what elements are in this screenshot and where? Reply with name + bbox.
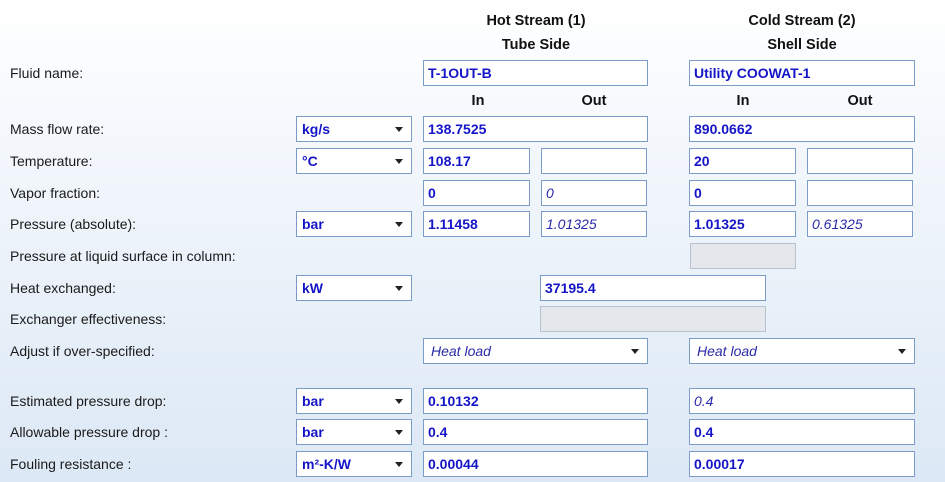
hot-fouling-field[interactable]: 0.00044	[423, 451, 648, 477]
temperature-unit-value: °C	[302, 153, 318, 169]
chevron-down-icon	[395, 159, 403, 164]
cold-pressure-out-field[interactable]: 0.61325	[807, 211, 913, 237]
heat-unit-select[interactable]: kW	[296, 275, 412, 301]
hot-vapor-out-field[interactable]: 0	[541, 180, 647, 206]
heat-exchanged-label: Heat exchanged:	[10, 280, 116, 296]
chevron-down-icon	[395, 462, 403, 467]
cold-temp-out-field[interactable]	[807, 148, 913, 174]
cold-fouling-field[interactable]: 0.00017	[689, 451, 915, 477]
allow-pressure-drop-label: Allowable pressure drop :	[10, 424, 168, 440]
heat-unit-value: kW	[302, 280, 323, 296]
cold-stream-subtitle: Shell Side	[767, 37, 837, 53]
chevron-down-icon	[395, 127, 403, 132]
fluid-name-label: Fluid name:	[10, 65, 84, 81]
effectiveness-field	[540, 306, 766, 332]
cold-pressure-in-field[interactable]: 1.01325	[689, 211, 796, 237]
pressure-label: Pressure (absolute):	[10, 216, 137, 232]
cold-allow-dp-field[interactable]: 0.4	[689, 419, 915, 445]
hot-in-header: In	[471, 93, 485, 109]
chevron-down-icon	[898, 349, 906, 354]
allow-dp-unit-value: bar	[302, 424, 324, 440]
mass-flow-label: Mass flow rate:	[10, 121, 105, 137]
cold-adjust-select[interactable]: Heat load	[689, 338, 915, 364]
cold-vapor-in-field[interactable]: 0	[689, 180, 796, 206]
hot-adjust-select[interactable]: Heat load	[423, 338, 648, 364]
fouling-unit-select[interactable]: m²-K/W	[296, 451, 412, 477]
pressure-unit-value: bar	[302, 216, 324, 232]
vapor-fraction-label: Vapor fraction:	[10, 185, 101, 201]
hot-est-dp-field[interactable]: 0.10132	[423, 388, 648, 414]
est-dp-unit-select[interactable]: bar	[296, 388, 412, 414]
cold-adjust-value: Heat load	[697, 343, 757, 359]
hot-out-header: Out	[581, 93, 607, 109]
hot-allow-dp-field[interactable]: 0.4	[423, 419, 648, 445]
liquid-surface-label: Pressure at liquid surface in column:	[10, 248, 236, 264]
mass-flow-unit-select[interactable]: kg/s	[296, 116, 412, 142]
chevron-down-icon	[395, 222, 403, 227]
fouling-unit-value: m²-K/W	[302, 456, 351, 472]
chevron-down-icon	[395, 399, 403, 404]
hot-adjust-value: Heat load	[431, 343, 491, 359]
cold-out-header: Out	[847, 93, 873, 109]
temperature-unit-select[interactable]: °C	[296, 148, 412, 174]
effectiveness-label: Exchanger effectiveness:	[10, 311, 167, 327]
cold-mass-flow-field[interactable]: 890.0662	[689, 116, 915, 142]
temperature-label: Temperature:	[10, 153, 93, 169]
cold-liquid-surface-field	[690, 243, 796, 269]
fouling-resistance-label: Fouling resistance :	[10, 456, 132, 472]
cold-vapor-out-field[interactable]	[807, 180, 913, 206]
chevron-down-icon	[631, 349, 639, 354]
chevron-down-icon	[395, 430, 403, 435]
hot-stream-title: Hot Stream (1)	[486, 13, 586, 29]
hot-vapor-in-field[interactable]: 0	[423, 180, 530, 206]
cold-temp-in-field[interactable]: 20	[689, 148, 796, 174]
allow-dp-unit-select[interactable]: bar	[296, 419, 412, 445]
hot-temp-out-field[interactable]	[541, 148, 647, 174]
chevron-down-icon	[395, 286, 403, 291]
hot-mass-flow-field[interactable]: 138.7525	[423, 116, 648, 142]
cold-est-dp-field[interactable]: 0.4	[689, 388, 915, 414]
heat-exchanged-field[interactable]: 37195.4	[540, 275, 766, 301]
hot-stream-subtitle: Tube Side	[501, 37, 571, 53]
hot-temp-in-field[interactable]: 108.17	[423, 148, 530, 174]
hot-pressure-out-field[interactable]: 1.01325	[541, 211, 647, 237]
est-dp-unit-value: bar	[302, 393, 324, 409]
hot-fluid-name-field[interactable]: T-1OUT-B	[423, 60, 648, 86]
est-pressure-drop-label: Estimated pressure drop:	[10, 393, 167, 409]
pressure-unit-select[interactable]: bar	[296, 211, 412, 237]
cold-stream-title: Cold Stream (2)	[748, 13, 856, 29]
cold-in-header: In	[736, 93, 750, 109]
adjust-label: Adjust if over-specified:	[10, 343, 155, 359]
mass-flow-unit-value: kg/s	[302, 121, 331, 137]
hot-pressure-in-field[interactable]: 1.11458	[423, 211, 530, 237]
cold-fluid-name-field[interactable]: Utility COOWAT-1	[689, 60, 915, 86]
